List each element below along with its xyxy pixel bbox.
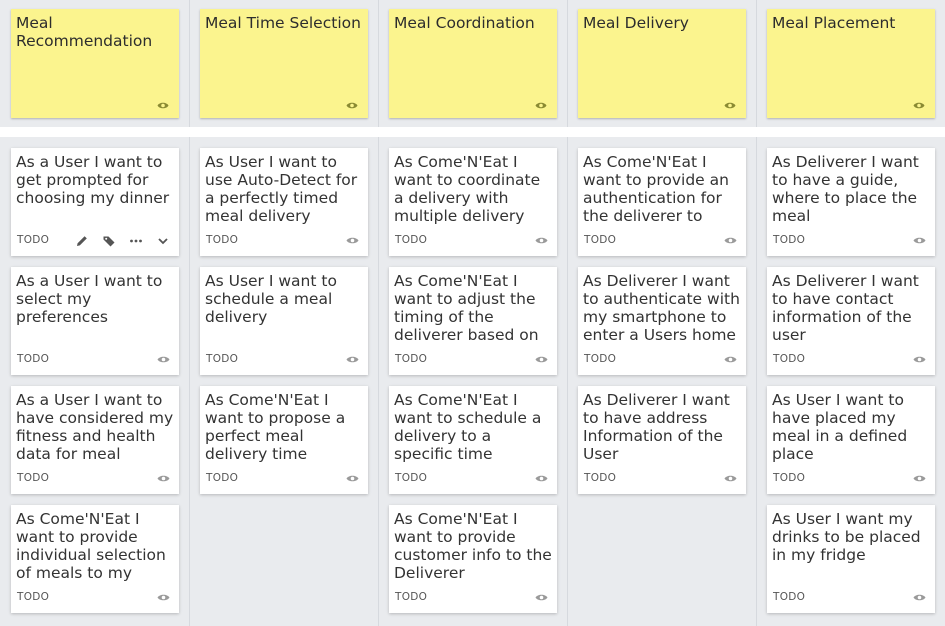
epic-card-meal-coordination[interactable]: Meal Coordination: [389, 9, 557, 118]
eye-icon[interactable]: [157, 355, 170, 364]
story-card[interactable]: As Deliverer I want to have a guide, whe…: [767, 148, 935, 256]
status-label: TODO: [395, 353, 428, 365]
story-card[interactable]: As Deliverer I want to have contact info…: [767, 267, 935, 375]
eye-icon[interactable]: [346, 236, 359, 245]
story-text: As Come'N'Eat I want to coordinate a del…: [394, 153, 541, 225]
story-card[interactable]: As Come'N'Eat I want to propose a perfec…: [200, 386, 368, 494]
story-text: As Deliverer I want to have address Info…: [583, 391, 730, 463]
eye-icon[interactable]: [913, 236, 926, 245]
story-card[interactable]: As Deliverer I want to have address Info…: [578, 386, 746, 494]
story-card[interactable]: As Deliverer I want to authenticate with…: [578, 267, 746, 375]
status-label: TODO: [17, 472, 50, 484]
status-label: TODO: [206, 353, 239, 365]
story-text: As User I want my drinks to be placed in…: [772, 510, 921, 564]
story-card[interactable]: As User I want to use Auto-Detect for a …: [200, 148, 368, 256]
eye-icon[interactable]: [913, 101, 925, 110]
status-label: TODO: [206, 234, 239, 246]
eye-icon[interactable]: [535, 236, 548, 245]
eye-icon[interactable]: [157, 593, 170, 602]
story-card[interactable]: As User I want my drinks to be placed in…: [767, 505, 935, 613]
epic-title: Meal Recommendation: [16, 14, 153, 50]
story-card[interactable]: As a User I want to get prompted for cho…: [11, 148, 179, 256]
column-divider: [189, 0, 190, 626]
story-text: As Deliverer I want to authenticate with…: [583, 272, 740, 344]
story-text: As a User I want to have considered my f…: [16, 391, 174, 463]
eye-icon[interactable]: [535, 593, 548, 602]
story-card[interactable]: As a User I want to select my preference…: [11, 267, 179, 375]
story-text: As a User I want to get prompted for cho…: [16, 153, 170, 207]
status-label: TODO: [395, 472, 428, 484]
status-label: TODO: [773, 353, 806, 365]
eye-icon[interactable]: [346, 474, 359, 483]
story-text: As Come'N'Eat I want to provide customer…: [394, 510, 552, 582]
card-actions: [75, 234, 170, 248]
eye-icon[interactable]: [724, 474, 737, 483]
story-text: As Come'N'Eat I want to propose a perfec…: [205, 391, 346, 463]
more-icon[interactable]: [129, 234, 143, 248]
story-card[interactable]: As Come'N'Eat I want to provide individu…: [11, 505, 179, 613]
column-divider: [756, 0, 757, 626]
epic-title: Meal Delivery: [583, 14, 689, 32]
status-label: TODO: [584, 234, 617, 246]
story-text: As Come'N'Eat I want to provide an authe…: [583, 153, 729, 225]
epic-title: Meal Coordination: [394, 14, 535, 32]
epic-card-meal-delivery[interactable]: Meal Delivery: [578, 9, 746, 118]
column-divider: [567, 0, 568, 626]
eye-icon[interactable]: [157, 101, 169, 110]
epic-card-meal-time-selection[interactable]: Meal Time Selection: [200, 9, 368, 118]
eye-icon[interactable]: [346, 355, 359, 364]
story-text: As Deliverer I want to have a guide, whe…: [772, 153, 919, 225]
story-card[interactable]: As Come'N'Eat I want to adjust the timin…: [389, 267, 557, 375]
story-card[interactable]: As Come'N'Eat I want to provide an authe…: [578, 148, 746, 256]
status-label: TODO: [773, 591, 806, 603]
tag-icon[interactable]: [102, 234, 116, 248]
story-map-board: Meal Recommendation As a User I want to …: [0, 0, 945, 626]
eye-icon[interactable]: [535, 355, 548, 364]
pencil-icon[interactable]: [75, 234, 89, 248]
status-label: TODO: [773, 234, 806, 246]
story-card[interactable]: As a User I want to have considered my f…: [11, 386, 179, 494]
status-label: TODO: [17, 234, 50, 246]
story-text: As Come'N'Eat I want to adjust the timin…: [394, 272, 539, 344]
story-card[interactable]: As Come'N'Eat I want to schedule a deliv…: [389, 386, 557, 494]
status-label: TODO: [206, 472, 239, 484]
status-label: TODO: [17, 353, 50, 365]
status-label: TODO: [17, 591, 50, 603]
epic-title: Meal Placement: [772, 14, 896, 32]
eye-icon[interactable]: [913, 474, 926, 483]
story-card[interactable]: As Come'N'Eat I want to provide customer…: [389, 505, 557, 613]
eye-icon[interactable]: [346, 101, 358, 110]
epic-title: Meal Time Selection: [205, 14, 361, 32]
story-text: As Come'N'Eat I want to provide individu…: [16, 510, 166, 582]
status-label: TODO: [773, 472, 806, 484]
eye-icon[interactable]: [913, 593, 926, 602]
eye-icon[interactable]: [724, 355, 737, 364]
status-label: TODO: [395, 591, 428, 603]
status-label: TODO: [584, 472, 617, 484]
epic-row-separator: [0, 127, 945, 137]
eye-icon[interactable]: [724, 236, 737, 245]
status-label: TODO: [395, 234, 428, 246]
epic-card-meal-recommendation[interactable]: Meal Recommendation: [11, 9, 179, 118]
column-divider: [378, 0, 379, 626]
story-text: As User I want to schedule a meal delive…: [205, 272, 337, 326]
eye-icon[interactable]: [913, 355, 926, 364]
eye-icon[interactable]: [724, 101, 736, 110]
eye-icon[interactable]: [535, 474, 548, 483]
story-text: As User I want to use Auto-Detect for a …: [205, 153, 358, 225]
story-text: As a User I want to select my preference…: [16, 272, 163, 326]
epic-card-meal-placement[interactable]: Meal Placement: [767, 9, 935, 118]
story-text: As User I want to have placed my meal in…: [772, 391, 908, 463]
story-card[interactable]: As User I want to have placed my meal in…: [767, 386, 935, 494]
story-text: As Deliverer I want to have contact info…: [772, 272, 919, 344]
eye-icon[interactable]: [535, 101, 547, 110]
story-card[interactable]: As User I want to schedule a meal delive…: [200, 267, 368, 375]
status-label: TODO: [584, 353, 617, 365]
story-text: As Come'N'Eat I want to schedule a deliv…: [394, 391, 542, 463]
chevron-down-icon[interactable]: [156, 234, 170, 248]
eye-icon[interactable]: [157, 474, 170, 483]
story-card[interactable]: As Come'N'Eat I want to coordinate a del…: [389, 148, 557, 256]
